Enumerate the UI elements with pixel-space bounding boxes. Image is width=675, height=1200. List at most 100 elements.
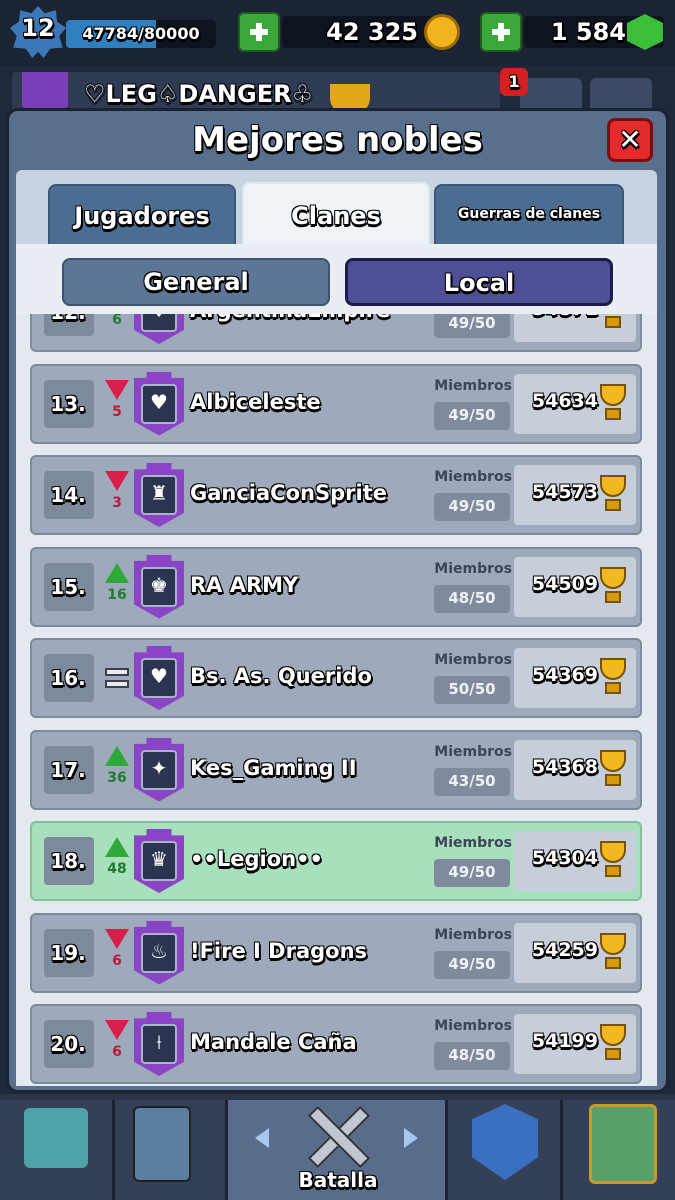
clan-name: RA ARMY — [190, 572, 299, 597]
rank-number: 14. — [50, 483, 86, 507]
members-value: 48/50 — [448, 1046, 496, 1064]
rank-number: 17. — [50, 757, 86, 782]
trophy-icon — [598, 383, 628, 424]
clan-emblem-icon: ⟊ — [156, 1030, 162, 1054]
clan-emblem-icon: ♥ — [150, 389, 168, 414]
general-button[interactable]: General — [62, 258, 330, 306]
nav-battle-label: Batalla — [298, 1168, 378, 1192]
nav-tab-cards[interactable] — [115, 1100, 228, 1200]
members-value: 50/50 — [448, 680, 496, 698]
clan-name: Bs. As. Querido — [190, 664, 372, 688]
local-button[interactable]: Local — [345, 258, 613, 306]
clan-row[interactable]: 12.6♥ArgentinaEmpireMiembros49/5054871 — [30, 314, 642, 352]
close-button[interactable]: ✕ — [607, 118, 653, 162]
members-label: Miembros — [434, 652, 512, 668]
trophy-icon — [598, 475, 628, 515]
members-label: Miembros — [434, 926, 512, 943]
members-value: 49/50 — [448, 497, 496, 515]
clan-name: Albiceleste — [190, 389, 321, 414]
rank-change-value: 16 — [107, 586, 127, 603]
gold-coin-icon — [424, 14, 460, 50]
clan-emblem-icon: ♥ — [141, 314, 177, 322]
members-value: 48/50 — [448, 588, 496, 607]
members-label: Miembros — [434, 743, 512, 760]
members-value: 49/50 — [448, 863, 496, 881]
trophies-value: 54259 — [531, 938, 598, 961]
local-button-label: Local — [443, 269, 515, 297]
trophy-icon — [598, 566, 628, 607]
clan-name: ••Legion•• — [190, 847, 323, 871]
rank-number: 20. — [50, 1032, 86, 1056]
level-number: 12 — [21, 14, 55, 42]
chest-icon — [24, 1108, 88, 1168]
nav-left-arrow-icon[interactable] — [255, 1128, 269, 1148]
notification-badge: 1 — [500, 68, 528, 96]
clan-row[interactable]: 16. ♥ Bs. As. Querido Miembros 50/50 54369 — [30, 638, 642, 718]
xp-text: 47784/80000 — [82, 24, 200, 43]
rank-number: 12. — [36, 314, 100, 324]
close-icon: ✕ — [618, 123, 642, 156]
clan-row[interactable]: 17. 36 ✦ Kes_Gaming II Miembros 43/50 54368 — [30, 729, 642, 810]
nav-tab-clan[interactable] — [448, 1100, 563, 1200]
members-label: Miembros — [434, 469, 512, 485]
gold-value: 42 325 — [326, 18, 418, 46]
tab-guerras-label: Guerras de clanes — [457, 206, 601, 222]
nav-tab-events[interactable] — [563, 1100, 675, 1200]
clan-name: !Fire I Dragons — [190, 938, 368, 963]
clan-row[interactable]: 14. 3 ♜ GanciaConSprite Miembros 49/50 54573 — [30, 455, 642, 535]
clan-emblem-icon: ♚ — [150, 572, 168, 597]
trophy-icon — [598, 1024, 628, 1064]
clan-row[interactable]: 18. 48 ♛ ••Legion•• Miembros 49/50 54304 — [30, 821, 642, 901]
player-clan-name: ♡LEG♤DANGER♧ — [84, 80, 314, 108]
trophy-icon — [598, 841, 628, 881]
trophies-value: 54369 — [531, 664, 598, 686]
rank-change-value: 36 — [107, 769, 127, 786]
rank-down-icon — [105, 928, 129, 949]
buy-gold-button[interactable] — [238, 12, 280, 52]
dialog-title: Mejores nobles — [192, 120, 483, 160]
rank-up-icon — [105, 745, 129, 766]
gems-value: 1 584 — [550, 18, 626, 46]
clan-emblem-icon: ♜ — [150, 481, 168, 505]
nav-right-arrow-icon[interactable] — [404, 1128, 418, 1148]
trophy-icon — [598, 749, 628, 790]
rank-up-icon — [105, 837, 129, 857]
trophies-value: 54509 — [531, 572, 598, 595]
trophy-icon — [598, 658, 628, 698]
tab-jugadores-label: Jugadores — [74, 202, 210, 230]
tab-guerras[interactable]: Guerras de clanes — [434, 184, 624, 246]
trophies-value: 54368 — [531, 755, 598, 778]
clan-row[interactable]: 20. 6 ⟊ Mandale Caña Miembros 48/50 54199 — [30, 1004, 642, 1084]
tab-jugadores[interactable]: Jugadores — [48, 184, 236, 246]
clan-leaderboard-list[interactable]: 12. 6 ♥ ArgentinaEmpire Miembros 49/50 54871 13… — [16, 314, 657, 1086]
rank-down-icon — [105, 1020, 129, 1040]
clan-row[interactable]: 15. 16 ♚ RA ARMY Miembros 48/50 54509 — [30, 546, 642, 627]
clan-name: GanciaConSprite — [190, 481, 387, 505]
rank-number: 18. — [50, 849, 86, 873]
buy-gems-button[interactable] — [480, 12, 522, 52]
clan-name: Mandale Caña — [190, 1030, 357, 1054]
rank-change-value: 3 — [112, 495, 122, 511]
trophies-value: 54304 — [531, 847, 598, 869]
nav-tab-shop[interactable] — [0, 1100, 115, 1200]
rank-change-value: 6 — [112, 952, 122, 969]
xp-bar: 47784/80000 — [66, 20, 216, 48]
clan-shield-icon — [472, 1104, 538, 1180]
clan-emblem-icon: ♥ — [150, 664, 168, 688]
members-value: 43/50 — [448, 771, 496, 790]
clan-row[interactable]: 13. 5 ♥ Albiceleste Miembros 49/50 54634 — [30, 363, 642, 444]
clan-row[interactable]: 19. 6 ♨ !Fire I Dragons Miembros 49/50 54259 — [30, 912, 642, 993]
tab-clanes[interactable]: Clanes — [242, 182, 430, 248]
clan-emblem-icon: ♨ — [150, 938, 168, 963]
rank-number: 19. — [50, 940, 86, 965]
rank-change-value: 6 — [112, 314, 122, 328]
trophies-value: 54871 — [518, 314, 598, 320]
crossed-swords-icon — [298, 1100, 378, 1160]
rank-change-value: 48 — [107, 861, 127, 877]
trophies-value: 54199 — [531, 1030, 598, 1052]
members-label: Miembros — [434, 835, 512, 851]
general-button-label: General — [143, 268, 249, 296]
rank-number: 13. — [50, 391, 86, 416]
members-label: Miembros — [434, 377, 512, 394]
trophy-icon — [598, 314, 628, 332]
